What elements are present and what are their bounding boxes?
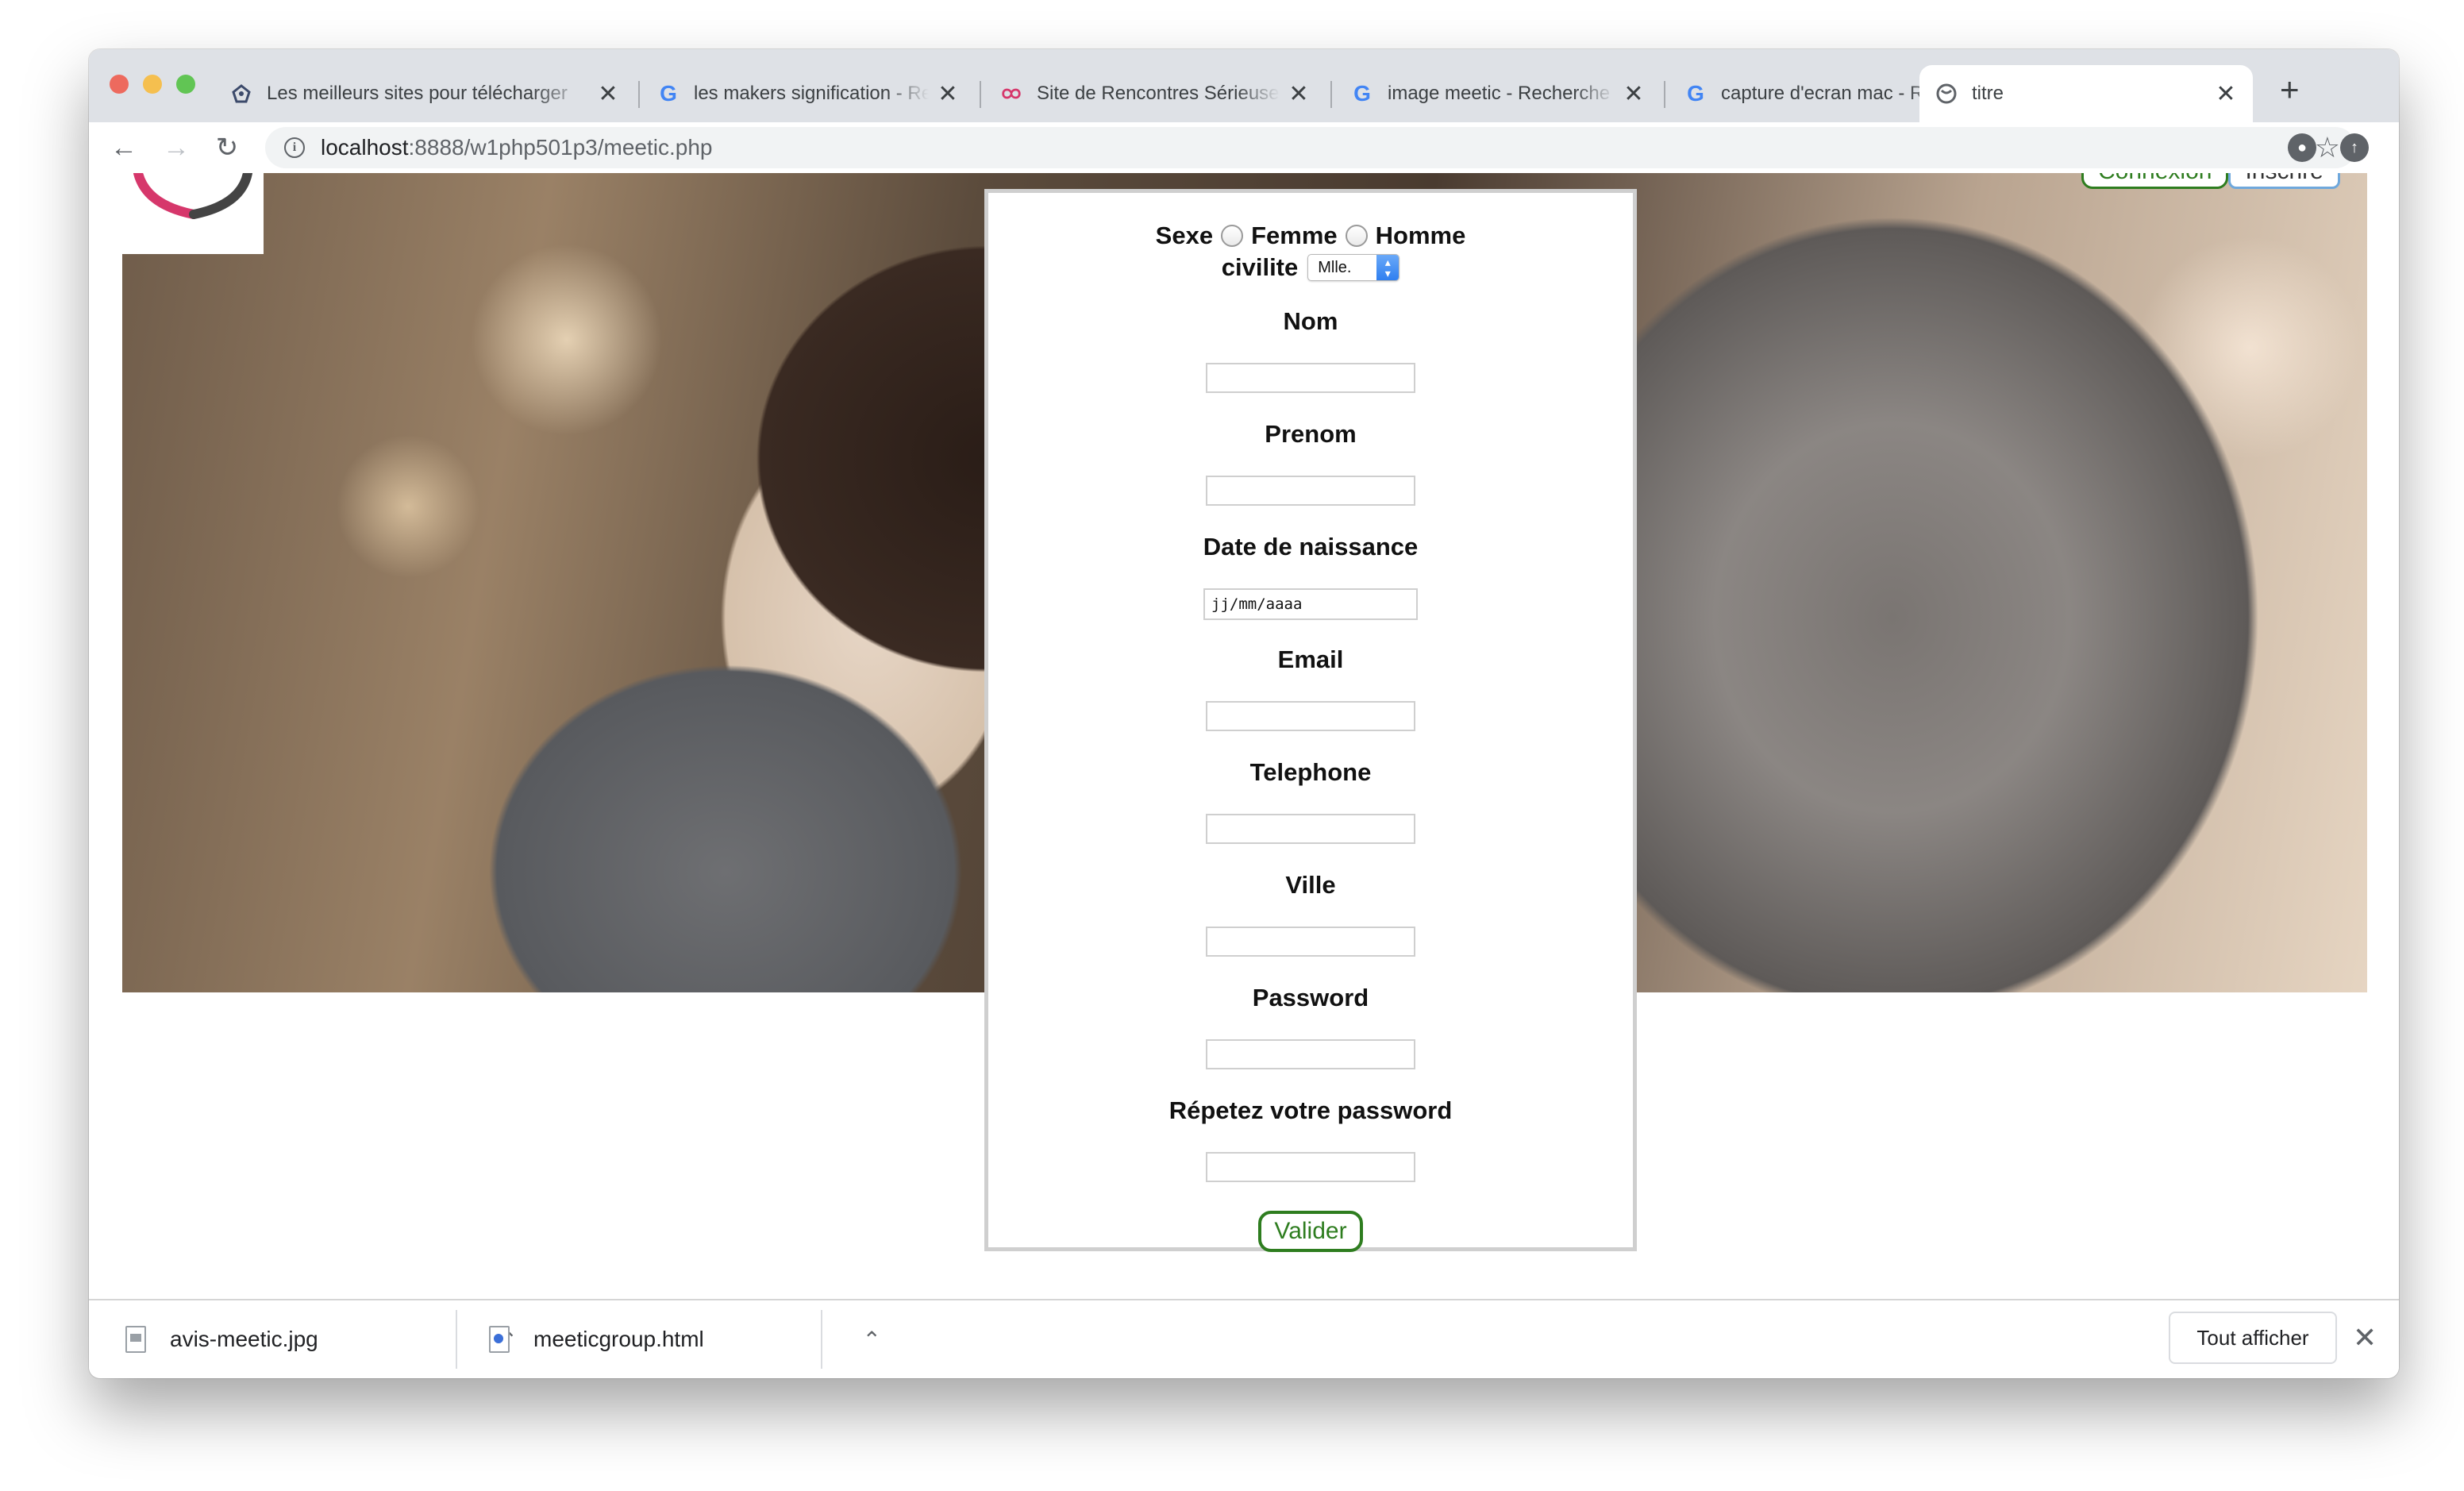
download-item[interactable]: avis-meetic.jpg ⌃	[125, 1300, 518, 1378]
homme-label: Homme	[1375, 222, 1466, 249]
radio-femme[interactable]	[1221, 225, 1244, 247]
meetic-icon	[230, 83, 252, 105]
google-icon: G	[1353, 81, 1371, 106]
close-tab-icon[interactable]: ✕	[597, 80, 619, 108]
password-label: Password	[1252, 984, 1369, 1011]
url-text: localhost:8888/w1php501p3/meetic.php	[321, 135, 713, 160]
close-tab-icon[interactable]: ✕	[937, 80, 959, 108]
google-icon: G	[1687, 81, 1704, 106]
site-logo[interactable]	[122, 173, 264, 254]
inscrire-button[interactable]: Inscrire	[2228, 173, 2340, 189]
maximize-window-button[interactable]	[176, 75, 195, 94]
civilite-label: civilite	[1221, 253, 1299, 281]
telephone-input[interactable]	[1206, 814, 1415, 844]
close-tab-icon[interactable]: ✕	[1288, 80, 1310, 108]
downloads-bar: avis-meetic.jpg ⌃ meeticgroup.html ⌃ Tou…	[89, 1299, 2399, 1378]
tab-1[interactable]: Les meilleurs sites pour télécharger ✕	[214, 65, 635, 122]
civilite-row: civilite Mlle. ▴ ▾	[988, 253, 1633, 282]
sexe-row: Sexe Femme Homme	[988, 222, 1633, 250]
registration-form: Sexe Femme Homme civilite Mlle. ▴ ▾ Nom P…	[984, 189, 1637, 1252]
femme-label: Femme	[1251, 222, 1338, 249]
heart-logo-icon	[133, 173, 252, 219]
nom-input[interactable]	[1206, 363, 1415, 393]
image-file-icon	[125, 1326, 146, 1353]
page-content: Connexion Inscrire Sexe Femme Homme civi…	[89, 173, 2399, 1299]
ville-input[interactable]	[1206, 927, 1415, 957]
close-tab-icon[interactable]: ✕	[1623, 80, 1645, 108]
nom-label: Nom	[1283, 307, 1338, 335]
telephone-label: Telephone	[1249, 758, 1372, 786]
date-naissance-input[interactable]: jj/mm/aaaa	[1203, 588, 1418, 620]
bookmark-star-icon[interactable]: ☆	[2315, 132, 2340, 164]
radio-homme[interactable]	[1345, 225, 1368, 247]
date-naissance-label: Date de naissance	[1203, 533, 1419, 561]
close-tab-icon[interactable]: ✕	[2215, 80, 2237, 108]
close-window-button[interactable]	[110, 75, 129, 94]
password-input[interactable]	[1206, 1039, 1415, 1069]
civilite-select[interactable]: Mlle. ▴ ▾	[1307, 254, 1400, 281]
browser-window: Les meilleurs sites pour télécharger ✕ G…	[89, 49, 2399, 1378]
browser-toolbar: ← → ↻ i localhost:8888/w1php501p3/meetic…	[89, 122, 2399, 173]
chevron-up-icon[interactable]: ⌃	[863, 1327, 881, 1353]
valider-button[interactable]: Valider	[1258, 1211, 1363, 1252]
extension-update-icon[interactable]: ↑	[2340, 133, 2369, 162]
email-label: Email	[1277, 645, 1344, 673]
show-all-downloads-button[interactable]: Tout afficher	[2169, 1312, 2337, 1364]
tab-bar: Les meilleurs sites pour télécharger ✕ G…	[89, 49, 2399, 122]
close-downloads-icon[interactable]: ✕	[2353, 1321, 2377, 1354]
header-buttons: Connexion Inscrire	[2081, 173, 2340, 189]
address-bar[interactable]: i localhost:8888/w1php501p3/meetic.php ☆	[265, 127, 2356, 168]
select-arrows-icon: ▴ ▾	[1376, 255, 1399, 280]
prenom-input[interactable]	[1206, 476, 1415, 506]
html-file-icon	[489, 1326, 510, 1353]
tab-3[interactable]: Site de Rencontres Sérieuses ✕	[984, 65, 1326, 122]
meetic-icon	[1000, 83, 1022, 105]
repeat-password-input[interactable]	[1206, 1152, 1415, 1182]
sexe-label: Sexe	[1155, 222, 1214, 249]
google-icon: G	[660, 81, 677, 106]
tab-2[interactable]: G les makers signification - Recherche ✕	[641, 65, 975, 122]
tab-4[interactable]: G image meetic - Recherche Google ✕	[1335, 65, 1661, 122]
ville-label: Ville	[1285, 871, 1336, 899]
tab-6-active[interactable]: titre ✕	[1919, 65, 2253, 122]
new-tab-button[interactable]: +	[2280, 73, 2300, 106]
repeat-password-label: Répetez votre password	[1168, 1096, 1453, 1124]
minimize-window-button[interactable]	[143, 75, 162, 94]
back-button[interactable]: ←	[106, 130, 141, 165]
email-input[interactable]	[1206, 701, 1415, 731]
info-icon[interactable]: i	[284, 137, 305, 158]
globe-icon	[1935, 83, 1958, 105]
reload-button[interactable]: ↻	[210, 130, 244, 165]
connexion-button[interactable]: Connexion	[2081, 173, 2229, 189]
forward-button[interactable]: →	[159, 130, 194, 165]
prenom-label: Prenom	[1265, 420, 1357, 448]
profile-icon[interactable]: ●	[2288, 133, 2316, 162]
